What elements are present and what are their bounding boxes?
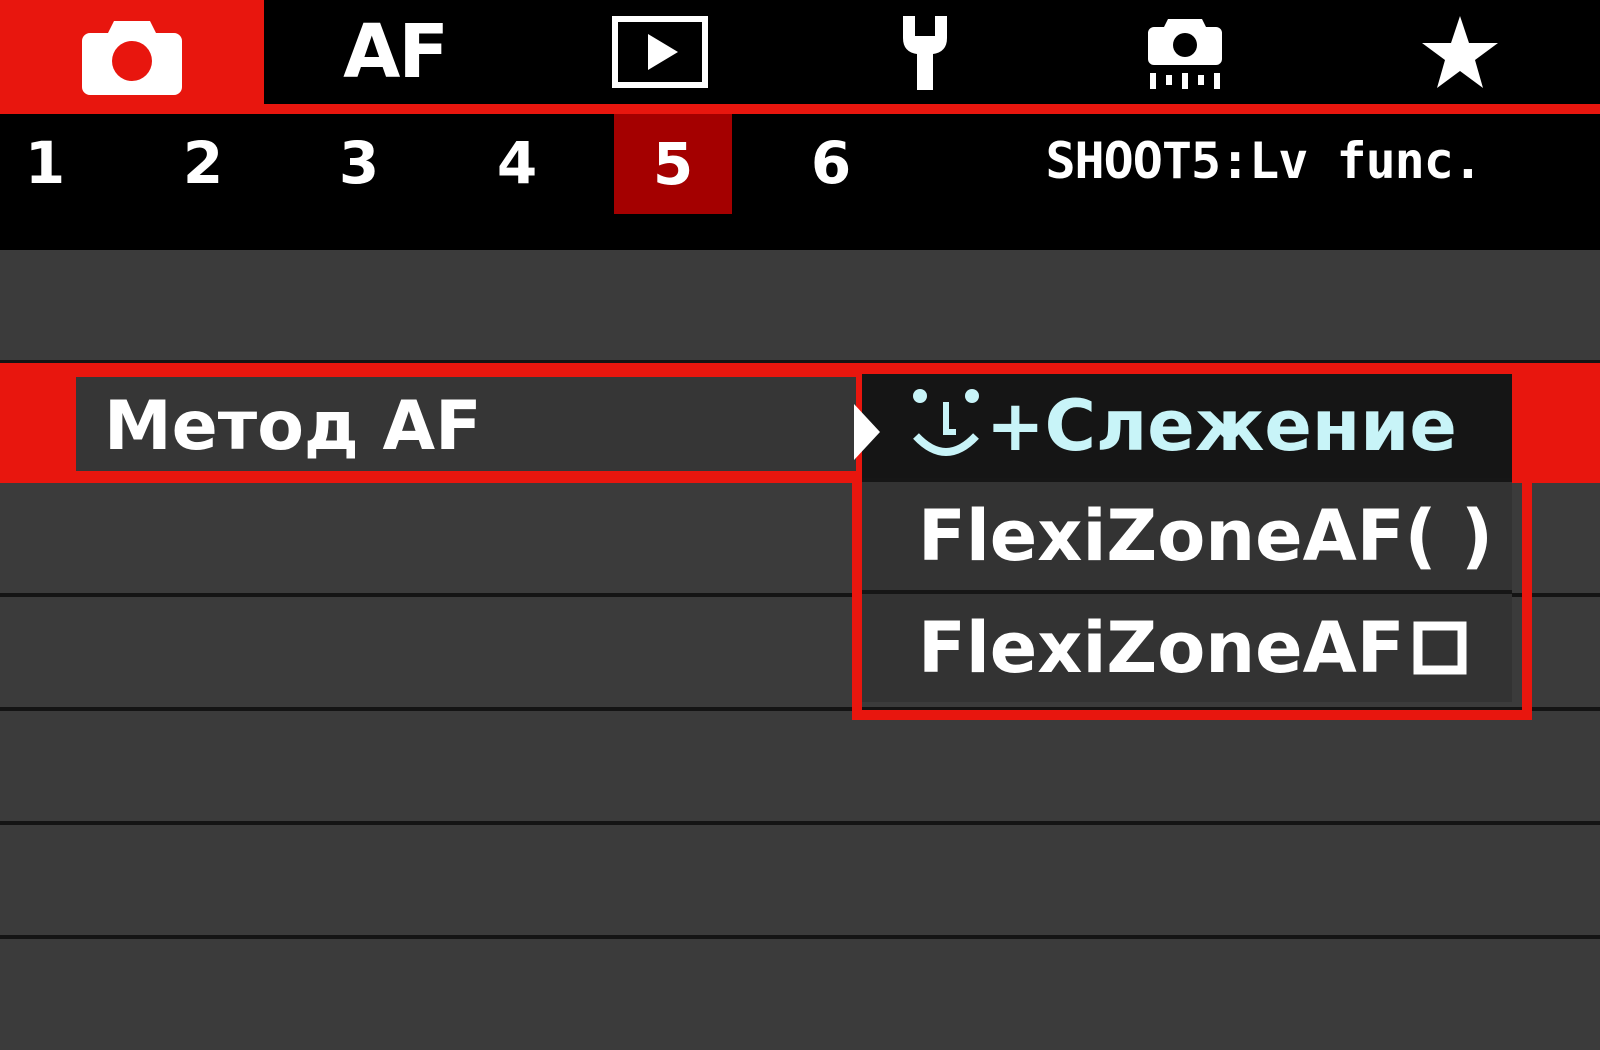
tab-underline <box>0 104 1600 114</box>
list-row <box>0 939 1600 1050</box>
tab-shooting[interactable] <box>0 0 264 114</box>
single-point-square-icon <box>1413 621 1467 675</box>
dropdown-option-face-tracking[interactable]: +Слежение <box>854 374 1512 478</box>
list-row <box>0 250 1600 364</box>
dropdown-option-label: FlexiZoneAF( ) <box>918 495 1493 577</box>
page-title: SHOOT5:Lv func. <box>1045 132 1483 190</box>
tab-my-menu[interactable] <box>1395 0 1525 104</box>
page-4[interactable]: 4 <box>458 114 576 212</box>
menu-item-af-method[interactable]: Метод AF <box>76 377 856 471</box>
tab-af[interactable]: AF <box>300 0 490 104</box>
page-3[interactable]: 3 <box>300 114 418 212</box>
face-icon <box>913 389 979 456</box>
dropdown-option-label: FlexiZoneAF <box>918 607 1405 689</box>
dropdown-option-flexizone-multi[interactable]: FlexiZoneAF( ) <box>862 478 1512 590</box>
play-icon <box>612 16 708 88</box>
list-row <box>0 825 1600 939</box>
category-tab-bar: AF <box>0 0 1600 114</box>
selection-pointer-icon <box>854 404 880 460</box>
dropdown-option-label: +Слежение <box>986 385 1457 467</box>
tab-setup[interactable] <box>850 0 1000 104</box>
list-row <box>0 711 1600 825</box>
tab-af-label: AF <box>343 9 449 95</box>
dropdown-option-flexizone-single[interactable]: FlexiZoneAF <box>862 590 1512 702</box>
custom-functions-icon <box>1148 19 1222 89</box>
wrench-icon <box>903 16 947 90</box>
camera-icon <box>82 21 182 95</box>
page-selector: 1 2 3 4 5 6 SHOOT5:Lv func. <box>0 114 1600 250</box>
tab-custom-functions[interactable] <box>1110 0 1260 104</box>
tab-playback[interactable] <box>580 0 740 104</box>
menu-item-label: Метод AF <box>104 387 482 466</box>
page-6[interactable]: 6 <box>772 114 890 212</box>
page-1[interactable]: 1 <box>0 114 104 212</box>
page-5[interactable]: 5 <box>614 114 732 214</box>
star-icon <box>1422 16 1498 88</box>
page-2[interactable]: 2 <box>144 114 262 212</box>
